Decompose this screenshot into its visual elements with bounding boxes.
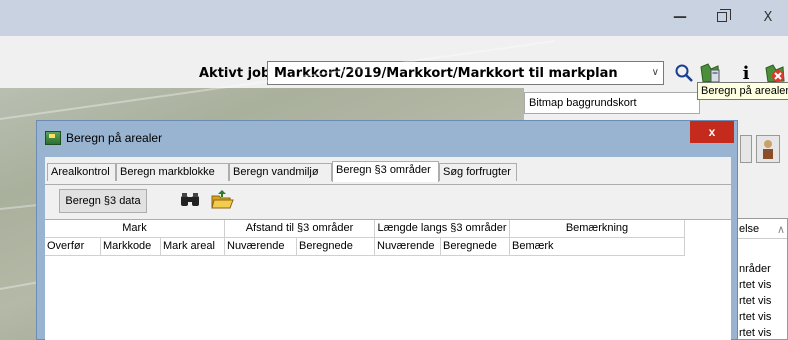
column-header[interactable]: Bemærk [510,238,685,256]
calculate-s3-data-button[interactable]: Beregn §3 data [59,189,147,213]
dialog-title: Beregn på arealer [66,131,163,145]
side-list[interactable]: else ∧ nråder rtet vis rtet vis rtet vis… [736,218,788,340]
person-icon [763,140,773,159]
search-icon [675,64,693,82]
search-button[interactable] [671,60,697,86]
column-header[interactable]: Beregnede [441,238,510,256]
chevron-down-icon: ∨ [651,67,659,78]
group-header-mark: Mark [45,220,225,238]
tab-arealkontrol[interactable]: Arealkontrol [47,163,116,181]
tab-beregn-vandmiljo[interactable]: Beregn vandmiljø [229,163,332,181]
dialog-close-button[interactable]: x [690,121,734,143]
app-icon [45,131,61,145]
menu-strip [0,36,788,58]
side-list-header-label: else [739,223,760,235]
find-button[interactable] [177,187,203,213]
list-item[interactable]: rtet vis [739,279,771,291]
list-item[interactable]: rtet vis [739,295,771,307]
side-tool-button-2[interactable] [756,135,780,163]
tab-sog-forfrugter[interactable]: Søg forfrugter [439,163,517,181]
list-item[interactable]: rtet vis [739,327,771,339]
tab-beregn-s3-omrader[interactable]: Beregn §3 områder [332,161,439,182]
tab-strip: Arealkontrol Beregn markblokke Beregn va… [45,161,731,185]
list-item[interactable]: rtet vis [739,311,771,323]
bitmap-background-label: Bitmap baggrundskort [529,97,637,109]
s3-results-table[interactable]: Mark Afstand til §3 områder Længde langs… [45,219,731,340]
dialog-title-bar[interactable]: Beregn på arealer [45,129,162,147]
group-header-afstand: Afstand til §3 områder [225,220,375,238]
calc-areas-dialog: Beregn på arealer x Arealkontrol Beregn … [36,120,738,340]
info-icon: i [742,62,750,84]
column-header[interactable]: Markkode [101,238,161,256]
tooltip: Beregn på arealer [697,82,788,100]
binoculars-icon [181,193,199,206]
group-header-laengde: Længde langs §3 områder [375,220,510,238]
minimize-button[interactable]: — [660,4,700,30]
open-folder-button[interactable] [209,187,235,213]
tab-beregn-markblokke[interactable]: Beregn markblokke [116,163,229,181]
column-header[interactable]: Beregnede [297,238,375,256]
column-header[interactable]: Nuværende [375,238,441,256]
chevron-up-icon: ∧ [777,224,786,236]
column-header[interactable]: Overfør [45,238,101,256]
bitmap-background-field[interactable]: Bitmap baggrundskort [524,92,700,114]
group-header-bemaerkning: Bemærkning [510,220,685,238]
dialog-body: Arealkontrol Beregn markblokke Beregn va… [45,157,731,340]
side-list-header[interactable]: else ∧ [737,219,787,239]
tab-divider [45,184,731,185]
side-tool-button[interactable] [740,135,752,163]
maximize-button[interactable] [702,4,742,30]
restore-icon [717,9,731,22]
list-item[interactable]: nråder [739,263,771,275]
close-window-button[interactable]: X [748,4,788,30]
column-header[interactable]: Mark areal [161,238,225,256]
column-header[interactable]: Nuværende [225,238,297,256]
folder-open-icon [211,190,234,209]
job-label: Aktivt job [199,66,271,81]
delete-map-icon [765,64,785,83]
